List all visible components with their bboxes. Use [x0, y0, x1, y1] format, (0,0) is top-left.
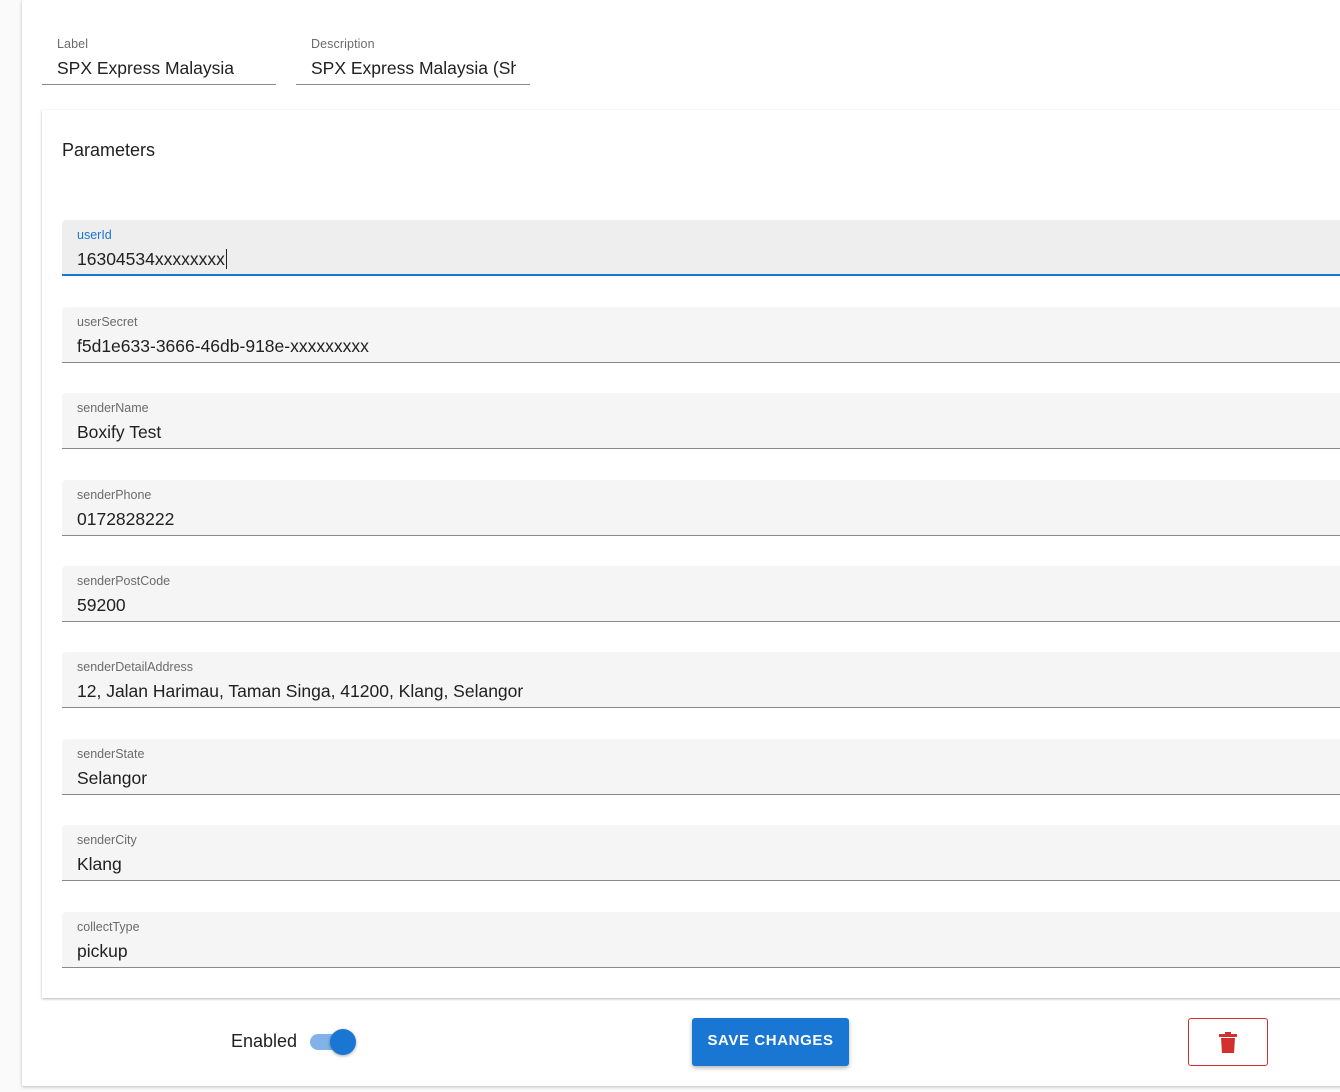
- param-label: userSecret: [77, 315, 138, 329]
- label-field[interactable]: Label SPX Express Malaysia: [42, 30, 276, 85]
- param-value[interactable]: f5d1e633-3666-46db-918e-xxxxxxxxx: [77, 336, 369, 357]
- param-value[interactable]: 12, Jalan Harimau, Taman Singa, 41200, K…: [77, 681, 523, 702]
- param-label: userId: [77, 228, 112, 242]
- param-value[interactable]: pickup: [77, 941, 128, 962]
- param-label: senderDetailAddress: [77, 660, 194, 674]
- param-value[interactable]: Selangor: [77, 768, 147, 789]
- param-field-senderpostcode[interactable]: senderPostCode 59200: [62, 566, 1340, 622]
- trash-icon: [1219, 1032, 1237, 1053]
- save-changes-button[interactable]: SAVE CHANGES: [692, 1018, 849, 1066]
- param-field-sendercity[interactable]: senderCity Klang: [62, 825, 1340, 881]
- toggle-thumb[interactable]: [330, 1029, 356, 1055]
- param-field-senderstate[interactable]: senderState Selangor: [62, 739, 1340, 795]
- delete-button[interactable]: [1188, 1018, 1268, 1066]
- param-label: senderPhone: [77, 488, 152, 502]
- label-field-value[interactable]: SPX Express Malaysia: [57, 58, 262, 79]
- description-field[interactable]: Description SPX Express Malaysia (Sh: [296, 30, 530, 85]
- description-field-caption: Description: [311, 37, 375, 51]
- enabled-label: Enabled: [231, 1031, 298, 1051]
- param-field-usersecret[interactable]: userSecret f5d1e633-3666-46db-918e-xxxxx…: [62, 307, 1340, 363]
- parameters-title: Parameters: [62, 140, 156, 160]
- text-caret: [225, 249, 227, 269]
- param-value[interactable]: Klang: [77, 854, 122, 875]
- param-value[interactable]: 16304534xxxxxxxx: [77, 249, 227, 270]
- enabled-toggle[interactable]: [310, 1029, 356, 1055]
- description-field-value[interactable]: SPX Express Malaysia (Sh: [311, 58, 516, 79]
- param-label: senderCity: [77, 833, 137, 847]
- param-field-userid[interactable]: userId 16304534xxxxxxxx: [62, 220, 1340, 276]
- param-value[interactable]: 59200: [77, 595, 126, 616]
- param-label: senderPostCode: [77, 574, 171, 588]
- param-value[interactable]: Boxify Test: [77, 422, 161, 443]
- integration-card: Label SPX Express Malaysia Description S…: [22, 0, 1340, 1086]
- param-label: senderState: [77, 747, 145, 761]
- param-label: collectType: [77, 920, 140, 934]
- param-value[interactable]: 0172828222: [77, 509, 174, 530]
- param-field-senderphone[interactable]: senderPhone 0172828222: [62, 480, 1340, 536]
- parameters-card: Parameters userId 16304534xxxxxxxx userS…: [42, 110, 1340, 998]
- param-field-collecttype[interactable]: collectType pickup: [62, 912, 1340, 968]
- param-field-sendername[interactable]: senderName Boxify Test: [62, 393, 1340, 449]
- param-field-senderdetailaddress[interactable]: senderDetailAddress 12, Jalan Harimau, T…: [62, 652, 1340, 708]
- label-field-caption: Label: [57, 37, 89, 51]
- param-label: senderName: [77, 401, 149, 415]
